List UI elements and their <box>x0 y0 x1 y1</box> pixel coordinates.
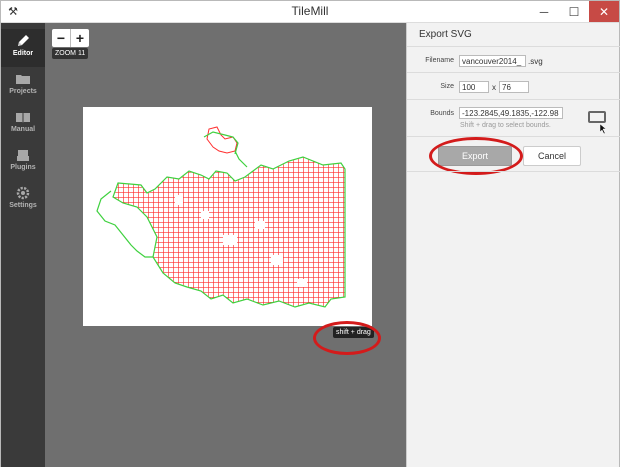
sidebar-item-label: Settings <box>9 202 37 209</box>
sidebar-item-plugins[interactable]: Plugins <box>1 143 45 181</box>
sidebar-item-settings[interactable]: Settings <box>1 181 45 219</box>
gear-icon <box>16 186 30 200</box>
zoom-out-button[interactable]: − <box>52 29 70 47</box>
filename-extension: .svg <box>528 57 543 66</box>
bounds-help-text: Shift + drag to select bounds. <box>460 122 551 129</box>
vancouver-map-render <box>96 126 346 308</box>
map-view[interactable]: − + ZOOM 11 shift + drag <box>45 23 406 467</box>
select-bounds-icon[interactable] <box>588 111 606 123</box>
width-field[interactable]: 100 <box>459 81 489 93</box>
export-svg-panel: Export SVG Filename vancouver2014_ .svg … <box>406 23 620 467</box>
sidebar-item-label: Plugins <box>10 164 36 171</box>
divider <box>407 46 620 47</box>
size-separator: x <box>492 83 496 92</box>
sidebar-item-label: Manual <box>10 126 36 133</box>
annotation-ellipse <box>313 321 381 355</box>
cursor-arrow-icon <box>600 124 607 134</box>
titlebar: ⚒ TileMill ─ ☐ ✕ <box>1 1 619 23</box>
folder-icon <box>16 75 30 84</box>
pencil-icon <box>18 35 29 46</box>
minimize-button[interactable]: ─ <box>529 1 559 22</box>
sidebar-item-projects[interactable]: Projects <box>1 67 45 105</box>
zoom-control: − + <box>52 29 89 47</box>
divider <box>407 99 620 100</box>
export-bounds-area[interactable] <box>83 107 372 326</box>
app-window: ⚒ TileMill ─ ☐ ✕ Editor Projects Manual <box>0 0 620 467</box>
bounds-field[interactable]: -123.2845,49.1835,-122.98 <box>459 107 563 119</box>
height-field[interactable]: 76 <box>499 81 529 93</box>
divider <box>407 72 620 73</box>
sidebar-item-editor[interactable]: Editor <box>1 29 45 67</box>
close-button[interactable]: ✕ <box>589 1 619 22</box>
divider <box>407 171 620 172</box>
plugin-icon <box>17 150 29 161</box>
book-icon <box>16 113 30 123</box>
window-title: TileMill <box>291 4 329 18</box>
divider <box>407 136 620 137</box>
size-label: Size <box>440 83 454 90</box>
zoom-level-label: ZOOM 11 <box>52 48 89 59</box>
cancel-button[interactable]: Cancel <box>523 146 581 166</box>
filename-label: Filename <box>425 57 454 64</box>
filename-field[interactable]: vancouver2014_ <box>459 55 526 67</box>
sidebar: Editor Projects Manual Plugins Settings <box>1 23 45 467</box>
zoom-in-button[interactable]: + <box>70 29 89 47</box>
panel-title: Export SVG <box>419 29 472 40</box>
sidebar-item-label: Projects <box>9 88 37 95</box>
sidebar-item-label: Editor <box>12 50 34 57</box>
annotation-ellipse <box>429 137 523 175</box>
maximize-button[interactable]: ☐ <box>559 1 589 22</box>
sidebar-item-manual[interactable]: Manual <box>1 105 45 143</box>
bounds-label: Bounds <box>430 110 454 117</box>
